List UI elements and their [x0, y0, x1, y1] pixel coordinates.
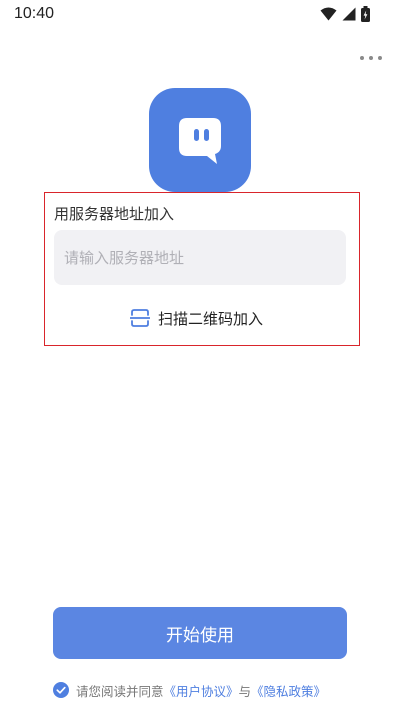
wifi-icon	[320, 7, 337, 21]
more-dots-icon	[369, 56, 373, 60]
start-button[interactable]: 开始使用	[53, 607, 347, 659]
server-address-input[interactable]	[54, 230, 346, 285]
agreement-conjunction: 与	[238, 683, 252, 699]
server-address-label: 用服务器地址加入	[54, 205, 175, 223]
signal-icon	[342, 7, 356, 21]
user-agreement-link[interactable]: 《用户协议》	[164, 681, 239, 700]
battery-icon	[361, 6, 370, 22]
more-dots-icon	[378, 56, 382, 60]
app-logo	[149, 88, 251, 192]
scan-qr-label: 扫描二维码加入	[158, 309, 264, 328]
chat-bubble-logo-icon	[179, 118, 221, 164]
more-options-button[interactable]	[360, 50, 382, 66]
agreement-prefix: 请您阅读并同意	[76, 683, 164, 699]
status-bar: 10:40	[0, 0, 400, 30]
agree-checkbox[interactable]	[53, 682, 69, 698]
agreement-row: 请您阅读并同意 《用户协议》 与 《隐私政策》	[53, 681, 326, 699]
scan-qr-button[interactable]: 扫描二维码加入	[130, 307, 263, 329]
privacy-policy-link[interactable]: 《隐私政策》	[251, 681, 326, 700]
status-icons	[320, 6, 370, 22]
join-server-panel: 用服务器地址加入 扫描二维码加入	[44, 192, 360, 346]
more-dots-icon	[360, 56, 364, 60]
scan-icon	[130, 309, 150, 327]
status-time: 10:40	[14, 5, 55, 22]
